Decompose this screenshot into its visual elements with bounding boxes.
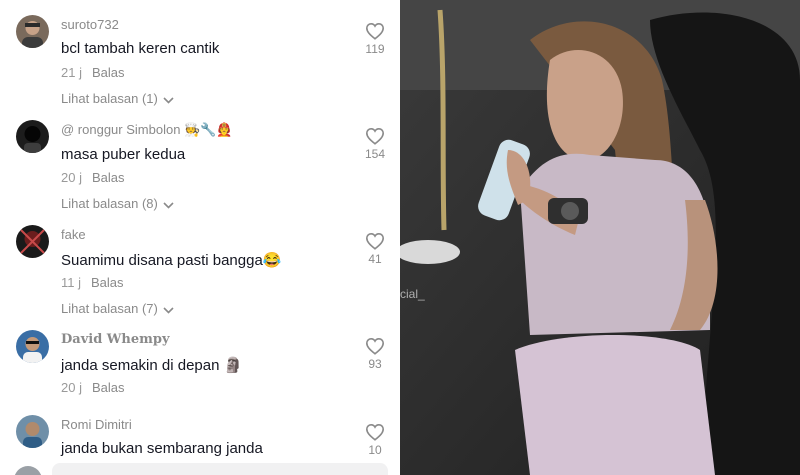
like-button[interactable]: 10: [362, 423, 388, 457]
like-count: 154: [364, 147, 386, 161]
heart-outline-icon: [362, 127, 388, 145]
view-replies-label: Lihat balasan (8): [61, 196, 158, 211]
comment-text: bcl tambah keren cantik: [61, 40, 220, 57]
avatar[interactable]: [16, 120, 49, 153]
comment-text: janda semakin di depan 🗿: [61, 357, 243, 374]
comment-text: masa puber kedua: [61, 146, 186, 163]
comment-time: 20 j: [61, 380, 82, 395]
like-count: 41: [368, 252, 382, 266]
view-replies-label: Lihat balasan (1): [61, 91, 158, 106]
like-button[interactable]: 93: [362, 337, 388, 371]
like-button[interactable]: 41: [362, 232, 388, 266]
avatar[interactable]: [16, 415, 49, 448]
reply-button[interactable]: Balas: [92, 65, 125, 80]
reply-button[interactable]: Balas: [92, 380, 125, 395]
comment-text: Suamimu disana pasti bangga😂: [61, 252, 282, 269]
comment-panel: suroto732 bcl tambah keren cantik 21 j Ba…: [0, 0, 400, 475]
comment-username[interactable]: suroto732: [61, 17, 119, 32]
comment-time: 11 j: [61, 275, 81, 290]
video-frame: cial_: [400, 0, 800, 475]
heart-outline-icon: [362, 423, 388, 441]
reply-button[interactable]: Balas: [91, 275, 124, 290]
comment-text: janda bukan sembarang janda: [61, 440, 263, 457]
avatar[interactable]: [16, 225, 49, 258]
view-replies-button[interactable]: Lihat balasan (1): [61, 91, 174, 107]
like-button[interactable]: 154: [362, 127, 388, 161]
like-count: 119: [365, 42, 385, 56]
comment-meta: 20 j Balas: [61, 170, 125, 185]
chevron-down-icon: [163, 302, 174, 317]
woman-drinking-image: [400, 0, 800, 475]
comment-time: 21 j: [61, 65, 82, 80]
heart-outline-icon: [362, 337, 388, 355]
comment-meta: 20 j Balas: [61, 380, 125, 395]
comment-username[interactable]: @ ronggur Simbolon 🧑‍🍳🔧🧑‍🚒: [61, 122, 233, 138]
like-button[interactable]: 119: [362, 22, 388, 56]
reply-button[interactable]: Balas: [92, 170, 125, 185]
avatar[interactable]: [16, 15, 49, 48]
watermark-text: cial_: [400, 287, 425, 301]
comment-time: 20 j: [61, 170, 82, 185]
comment-input[interactable]: [52, 463, 388, 475]
like-count: 93: [368, 357, 382, 371]
heart-outline-icon: [362, 232, 388, 250]
comment-username[interactable]: fake: [61, 227, 86, 242]
comment-meta: 21 j Balas: [61, 65, 125, 80]
heart-outline-icon: [362, 22, 388, 40]
view-replies-label: Lihat balasan (7): [61, 301, 158, 316]
avatar[interactable]: [16, 330, 49, 363]
comment-username[interactable]: David Whempy: [61, 332, 170, 347]
comment-meta: 11 j Balas: [61, 275, 124, 290]
chevron-down-icon: [163, 92, 174, 107]
chevron-down-icon: [163, 197, 174, 212]
comment-username[interactable]: Romi Dimitri: [61, 417, 132, 432]
view-replies-button[interactable]: Lihat balasan (7): [61, 301, 174, 317]
like-count: 10: [368, 443, 382, 457]
view-replies-button[interactable]: Lihat balasan (8): [61, 196, 174, 212]
